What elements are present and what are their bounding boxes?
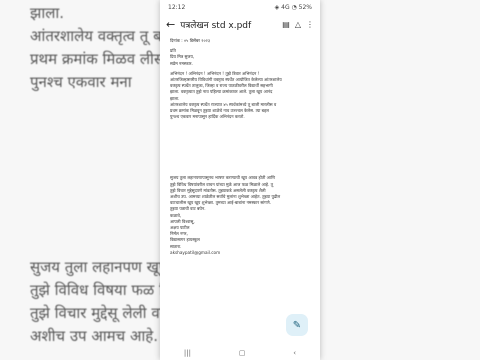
- edit-sparkle-icon[interactable]: ✎: [286, 314, 308, 336]
- menu-icon[interactable]: |||: [184, 349, 191, 357]
- closing-line: akshaypatil@gmail.com: [170, 249, 221, 255]
- document-title: पत्रलेखन std x.pdf: [180, 20, 252, 31]
- phone-screen: 12:12 ◈ 4G ◔ 52% ← पत्रलेखन std x.pdf ▤ …: [160, 0, 320, 360]
- home-icon[interactable]: ▢: [239, 349, 246, 357]
- system-nav-bar: ||| ▢ ‹: [160, 346, 320, 360]
- letter-date: दिनांक : ०५ डिसेंबर २०२३: [170, 38, 210, 43]
- letter-closing: कळावे, आपली विश्वासू, अक्षय पाटील निर्मल…: [170, 213, 310, 256]
- app-bar: ← पत्रलेखन std x.pdf ▤ △ ⋮: [160, 14, 320, 34]
- drive-icon[interactable]: △: [295, 20, 301, 29]
- pdf-page: दिनांक : ०५ डिसेंबर २०२३ प्रति प्रिय मित…: [170, 38, 310, 338]
- letter-greeting: प्रति प्रिय मित्र सुजय, सप्रेम नमस्कार.: [170, 48, 310, 67]
- document-icon[interactable]: ▤: [282, 20, 290, 29]
- letter-paragraph-1: अभिनंदन ! अभिनंदन ! अभिनंदन ! तुझे त्रिव…: [170, 71, 310, 102]
- status-indicators: ◈ 4G ◔ 52%: [274, 3, 312, 11]
- back-icon[interactable]: ‹: [293, 349, 296, 357]
- letter-paragraph-3: सुजय तुला लहानपणापासूनच भाषण करण्याची खू…: [170, 175, 310, 212]
- status-bar: 12:12 ◈ 4G ◔ 52%: [160, 0, 320, 14]
- letter-paragraph-2: आंतरशालेय वक्तृत्व स्पर्धेत राज्यात ४५ स…: [170, 102, 310, 121]
- arrow-left-icon[interactable]: ←: [166, 18, 175, 31]
- greeting-line: सप्रेम नमस्कार.: [170, 60, 193, 66]
- more-icon[interactable]: ⋮: [306, 20, 314, 29]
- status-time: 12:12: [168, 3, 186, 11]
